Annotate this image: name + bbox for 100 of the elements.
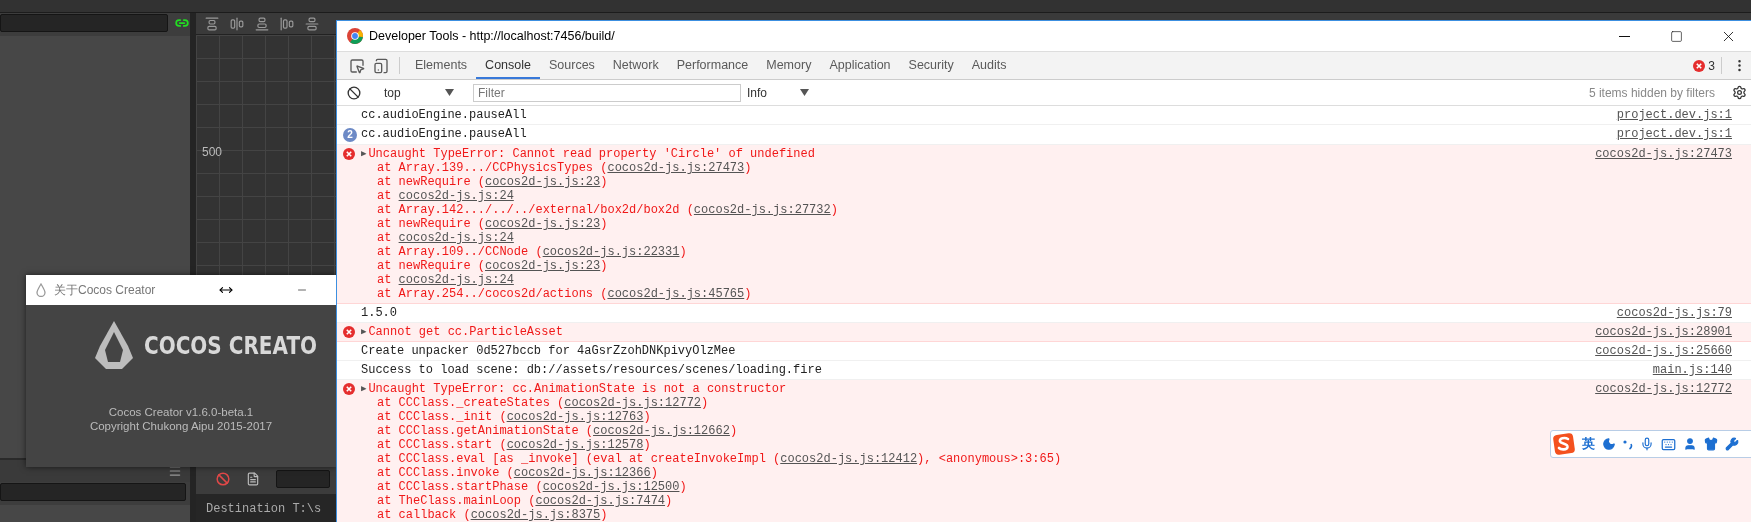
moon-icon[interactable] <box>1602 437 1616 451</box>
caret-icon <box>445 89 454 96</box>
user-icon[interactable] <box>1683 437 1697 451</box>
message-text: Uncaught TypeError: cc.AnimationState is not a constructor <box>368 382 787 396</box>
output-line: Destination T:\s <box>206 502 322 516</box>
message-text: Cannot get cc.ParticleAsset <box>368 325 563 339</box>
stack-line: at Array.142.../../../external/box2d/box2d (cocos2d-js.js:27732) <box>376 203 839 217</box>
document-icon[interactable] <box>246 472 260 486</box>
panel-tab[interactable]: Audits <box>962 52 1016 79</box>
stack-link[interactable]: cocos2d-js.js:12763 <box>506 410 644 424</box>
source-link[interactable]: cocos2d-js.js:12772 <box>1595 382 1732 396</box>
expand-toggle[interactable]: ▶ <box>361 325 367 339</box>
stack-link[interactable]: cocos2d-js.js:23 <box>485 175 601 189</box>
source-link[interactable]: cocos2d-js.js:27473 <box>1595 147 1732 161</box>
message-text: Uncaught TypeError: Cannot read property 'Circle' of undefined <box>368 147 815 161</box>
panel-tab[interactable]: Console <box>476 52 540 79</box>
dialog-title: 关于Cocos Creator <box>54 281 156 299</box>
panel-tab[interactable]: Application <box>820 52 900 79</box>
microphone-icon[interactable] <box>1640 437 1654 451</box>
stack-link[interactable]: cocos2d-js.js:45765 <box>607 287 745 301</box>
version-text: Cocos Creator v1.6.0-beta.1 <box>108 405 254 419</box>
stack-link[interactable]: cocos2d-js.js:23 <box>485 259 601 273</box>
stack-link[interactable]: cocos2d-js.js:7474 <box>535 494 666 508</box>
source-link[interactable]: project.dev.js:1 <box>1616 108 1732 122</box>
panel-tab[interactable]: Elements <box>406 52 477 79</box>
logo-text: COCOS CREATO <box>144 330 318 360</box>
panel-tab[interactable]: Performance <box>667 52 758 79</box>
error-icon <box>1693 59 1706 72</box>
clear-icon[interactable] <box>216 472 230 486</box>
search-field[interactable] <box>0 14 168 32</box>
caret-icon <box>800 89 809 96</box>
context-select[interactable]: top <box>378 82 460 103</box>
clear-icon <box>347 85 361 100</box>
minimize-icon <box>1618 35 1630 37</box>
stack-line: at newRequire (cocos2d-js.js:23) <box>376 259 609 273</box>
message-text: cc.audioEngine.pauseAll <box>361 127 527 141</box>
message-text: cc.audioEngine.pauseAll <box>361 108 527 122</box>
stack-link[interactable]: cocos2d-js.js:22331 <box>542 245 680 259</box>
align-icon[interactable] <box>280 16 294 31</box>
message-text: 1.5.0 <box>361 306 397 320</box>
stack-link[interactable]: cocos2d-js.js:27473 <box>607 161 745 175</box>
stack-line: at cocos2d-js.js:24 <box>376 189 515 203</box>
source-link[interactable]: cocos2d-js.js:79 <box>1616 306 1732 320</box>
stack-link[interactable]: cocos2d-js.js:24 <box>398 189 514 203</box>
stack-line: at Array.139.../CCPhysicsTypes (cocos2d-js.js:27473) <box>376 161 753 175</box>
stack-line: at TheClass.mainLoop (cocos2d-js.js:7474) <box>376 494 674 508</box>
expand-toggle[interactable]: ▶ <box>361 147 367 161</box>
expand-toggle[interactable]: ▶ <box>361 382 367 396</box>
logo-icon <box>94 320 134 370</box>
stack-line: at callback (cocos2d-js.js:8375) <box>376 508 609 522</box>
align-icon[interactable] <box>305 16 319 31</box>
punctuation-icon[interactable] <box>1623 438 1633 450</box>
source-link[interactable]: cocos2d-js.js:25660 <box>1595 344 1732 358</box>
stack-link[interactable]: cocos2d-js.js:12662 <box>593 424 730 438</box>
align-icon[interactable] <box>205 16 219 31</box>
source-link[interactable]: cocos2d-js.js:28901 <box>1595 325 1732 339</box>
message-text: Create unpacker 0d527bccb for 4aGsrZzohDNKpivyOlzMee <box>361 344 736 358</box>
panel-tab[interactable]: Network <box>603 52 668 79</box>
menu-icon[interactable] <box>168 464 182 478</box>
panel-tab[interactable]: Memory <box>757 52 821 79</box>
source-link[interactable]: project.dev.js:1 <box>1616 127 1732 141</box>
stack-link[interactable]: cocos2d-js.js:12366 <box>513 466 651 480</box>
link-icon[interactable] <box>175 16 189 30</box>
ruler-label: 500 <box>202 145 223 159</box>
stack-link[interactable]: cocos2d-js.js:12578 <box>506 438 644 452</box>
panel-tab[interactable]: Security <box>899 52 963 79</box>
shirt-icon[interactable] <box>1704 437 1718 451</box>
panel-tab[interactable]: Sources <box>540 52 604 79</box>
search-field[interactable] <box>0 483 186 501</box>
filter-field[interactable] <box>276 470 330 488</box>
message-text: Success to load scene: db://assets/resources/scenes/loading.fire <box>361 363 822 377</box>
align-icon[interactable] <box>230 16 244 31</box>
keyboard-icon[interactable] <box>1661 436 1676 452</box>
error-icon <box>343 148 355 160</box>
copyright-text: Copyright Chukong Aipu 2015-2017 <box>89 419 273 433</box>
stack-link[interactable]: cocos2d-js.js:12500 <box>542 480 680 494</box>
stack-line: at CCClass._createStates (cocos2d-js.js:12772) <box>376 396 710 410</box>
stack-link[interactable]: cocos2d-js.js:12412 <box>780 452 918 466</box>
browser-logo-icon <box>347 28 363 44</box>
stack-link[interactable]: cocos2d-js.js:12772 <box>564 396 702 410</box>
window-title: Developer Tools - http://localhost:7456/build/ <box>369 29 615 43</box>
stack-link[interactable]: cocos2d-js.js:27732 <box>693 203 831 217</box>
align-icon[interactable] <box>255 16 269 31</box>
stack-link[interactable]: cocos2d-js.js:24 <box>398 273 514 287</box>
stack-link[interactable]: cocos2d-js.js:23 <box>485 217 601 231</box>
stack-line: at Array.254../cocos2d/actions (cocos2d-js.js:45765) <box>376 287 753 301</box>
wrench-icon[interactable] <box>1725 437 1739 451</box>
error-icon <box>343 326 355 338</box>
device-icon <box>373 57 389 74</box>
maximize-icon <box>1669 29 1683 43</box>
language-indicator[interactable]: 英 <box>1582 435 1595 453</box>
stack-line: at cocos2d-js.js:24 <box>376 273 515 287</box>
source-link[interactable]: main.js:140 <box>1652 363 1732 377</box>
pointer-icon <box>349 57 365 74</box>
stack-link[interactable]: cocos2d-js.js:8375 <box>470 508 601 522</box>
stack-line: at cocos2d-js.js:24 <box>376 231 515 245</box>
level-select[interactable]: Info <box>741 82 815 103</box>
error-counter[interactable]: 3 <box>1693 52 1715 79</box>
stack-line: at CCClass._init (cocos2d-js.js:12763) <box>376 410 652 424</box>
stack-link[interactable]: cocos2d-js.js:24 <box>398 231 514 245</box>
